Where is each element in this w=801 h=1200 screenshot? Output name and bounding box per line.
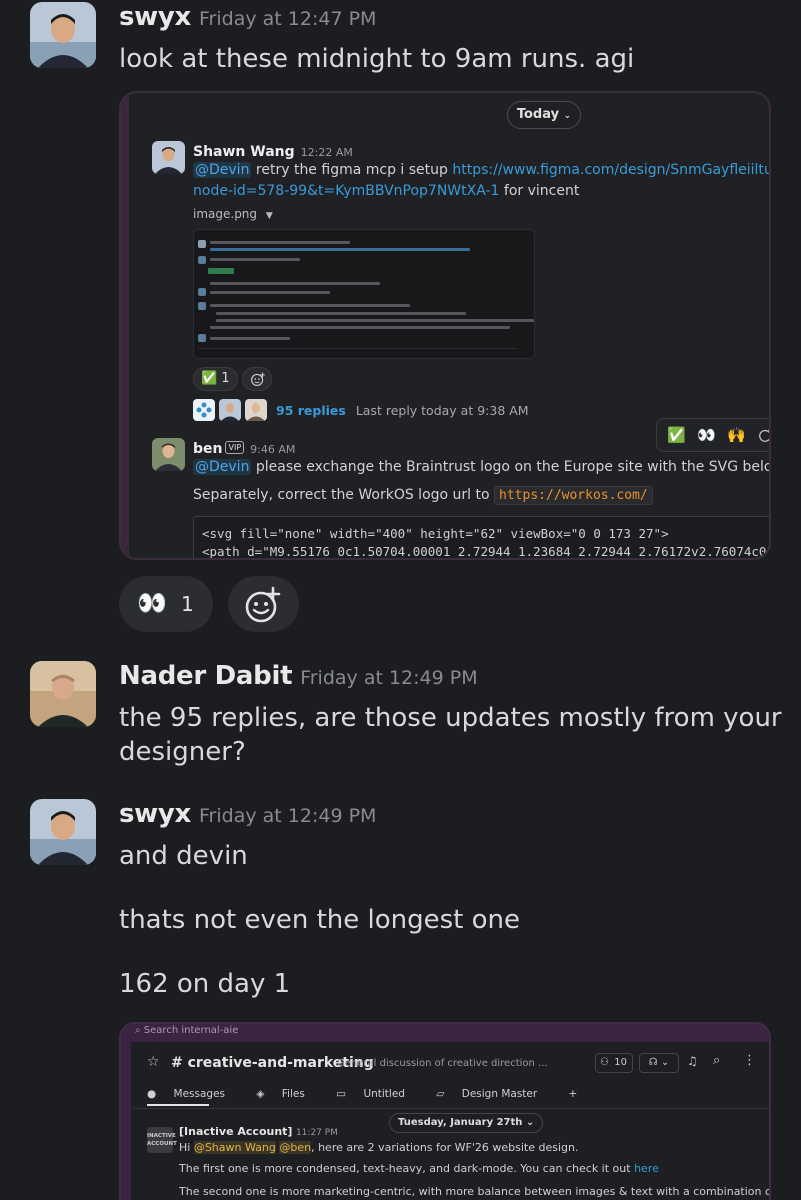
chevron-down-icon: ⌄: [525, 1117, 535, 1128]
message-line: The second one is more marketing-centric…: [179, 1185, 771, 1198]
add-reaction-icon: [245, 586, 281, 623]
timestamp[interactable]: Friday at 12:47 PM: [199, 8, 376, 30]
username: Shawn Wang: [193, 144, 295, 160]
embedded-screenshot-channel[interactable]: ⌕ Search internal-aie ☆ # creative-and-m…: [119, 1022, 771, 1200]
message-text: @Devin please exchange the Braintrust lo…: [193, 459, 771, 475]
vip-badge: VIP: [225, 441, 245, 454]
star-icon: ☆: [147, 1054, 160, 1070]
tab-untitled: ▭ Untitled: [336, 1088, 405, 1100]
member-count: ⚇ 10: [595, 1053, 633, 1073]
headphones-icon: ☊: [648, 1057, 658, 1068]
date-divider-pill: Today ⌄: [507, 101, 581, 129]
search-icon: ⌕: [713, 1053, 721, 1068]
avatar-nader-dabit[interactable]: [30, 661, 96, 727]
caret-down-icon: ▼: [265, 211, 273, 221]
reaction-eyes[interactable]: 👀 1: [119, 576, 213, 632]
add-reaction-button[interactable]: [228, 576, 299, 632]
sidebar-strip: [121, 1042, 131, 1200]
attachment-name: image.png ▼: [193, 207, 273, 221]
avatar-shawn-wang: [152, 141, 185, 174]
timestamp: 9:46 AM: [250, 443, 296, 456]
tab-files: ◈ Files: [256, 1088, 305, 1100]
message-text: @Devin retry the figma mcp i setup https…: [193, 160, 769, 181]
search-field: ⌕ Search internal-aie: [135, 1025, 239, 1036]
inline-code-url: https://workos.com/: [494, 486, 653, 505]
message-paragraph: 162 on day 1: [119, 969, 291, 999]
timestamp: 12:22 AM: [300, 146, 353, 159]
files-icon: ◈: [256, 1088, 265, 1100]
message-line: Hi @Shawn Wang @ben, here are 2 variatio…: [179, 1141, 579, 1154]
embedded-screenshot-thread[interactable]: Today ⌄ Shawn Wang 12:22 AM @Devin retry …: [119, 91, 771, 560]
message-text: look at these midnight to 9am runs. agi: [119, 44, 635, 74]
slack-thread: swyx Friday at 12:47 PM look at these mid…: [0, 0, 801, 1200]
timestamp[interactable]: Friday at 12:49 PM: [300, 667, 477, 689]
message-paragraph: and devin: [119, 841, 248, 871]
mention: @Devin: [193, 162, 252, 178]
avatar-ben: [152, 438, 185, 471]
reply-avatars: [193, 399, 273, 423]
avatar-inactive-account: INACTIVE ACCOUNT: [147, 1127, 177, 1153]
attached-image-preview: [193, 229, 535, 359]
figma-link: https://www.figma.com/design/SnmGayfleii…: [452, 162, 769, 178]
huddle-button: ☊ ⌄: [639, 1053, 679, 1073]
message-header: swyx Friday at 12:47 PM: [119, 2, 376, 32]
channel-tabs: ● Messages ◈ Files ▭ Untitled ▱ Design M…: [147, 1088, 591, 1100]
active-tab-indicator: [147, 1104, 209, 1106]
add-reaction-icon: [757, 426, 769, 448]
folder-icon: ▱: [436, 1088, 445, 1100]
message-header: Shawn Wang 12:22 AM: [193, 141, 353, 160]
code-block: <svg fill="none" width="400" height="62"…: [193, 516, 769, 558]
message-hover-actions: ✅ 👀 🙌: [656, 418, 769, 452]
chat-icon: ●: [147, 1088, 157, 1100]
message-header: ben VIP 9:46 AM: [193, 438, 295, 457]
message-header: Nader Dabit Friday at 12:49 PM: [119, 661, 478, 691]
notification-bell-icon: ♫: [687, 1054, 698, 1068]
avatar-swyx[interactable]: [30, 2, 96, 68]
username[interactable]: swyx: [119, 799, 191, 829]
message-header: swyx Friday at 12:49 PM: [119, 799, 376, 829]
message-swyx-2: swyx Friday at 12:49 PM and devin thats n…: [30, 799, 791, 1009]
thread-replies: 95 replies Last reply today at 9:38 AM: [276, 403, 529, 418]
tab-design-master: ▱ Design Master: [436, 1088, 538, 1100]
divider: [133, 1108, 769, 1109]
channel-description: General discussion of creative direction…: [337, 1058, 548, 1069]
message-text-line2: node-id=578-99&t=KymBBVnPop7NWtXA-1 for …: [193, 183, 580, 199]
message-line: The first one is more condensed, text-he…: [179, 1162, 659, 1175]
mention: @Devin: [193, 459, 252, 475]
figma-link-continued: node-id=578-99&t=KymBBVnPop7NWtXA-1: [193, 183, 500, 199]
canvas-icon: ▭: [336, 1088, 347, 1100]
people-icon: ⚇: [600, 1057, 609, 1068]
sidebar-strip: [121, 93, 129, 558]
username[interactable]: Nader Dabit: [119, 661, 293, 691]
more-icon: ⋮: [743, 1053, 756, 1068]
message-text-line2: Separately, correct the WorkOS logo url …: [193, 485, 653, 506]
date-divider-pill: Tuesday, January 27th ⌄: [389, 1113, 544, 1133]
message-text: the 95 replies, are those updates mostly…: [119, 703, 782, 767]
add-reaction-icon: [242, 367, 272, 391]
username: ben: [193, 441, 223, 457]
chevron-down-icon: ⌄: [660, 1057, 670, 1068]
add-tab-button: +: [568, 1088, 578, 1100]
avatar-swyx[interactable]: [30, 799, 96, 865]
chevron-down-icon: ⌄: [563, 111, 572, 121]
tab-messages: ● Messages: [147, 1088, 226, 1100]
reaction-check: ✅ 1: [193, 367, 238, 391]
username[interactable]: swyx: [119, 2, 191, 32]
timestamp[interactable]: Friday at 12:49 PM: [199, 805, 376, 827]
message-nader-dabit: Nader Dabit Friday at 12:49 PM the 95 rep…: [30, 661, 791, 781]
search-icon: ⌕: [135, 1025, 141, 1036]
message-header: [Inactive Account] 11:27 PM: [179, 1125, 338, 1138]
message-paragraph: thats not even the longest one: [119, 905, 521, 935]
